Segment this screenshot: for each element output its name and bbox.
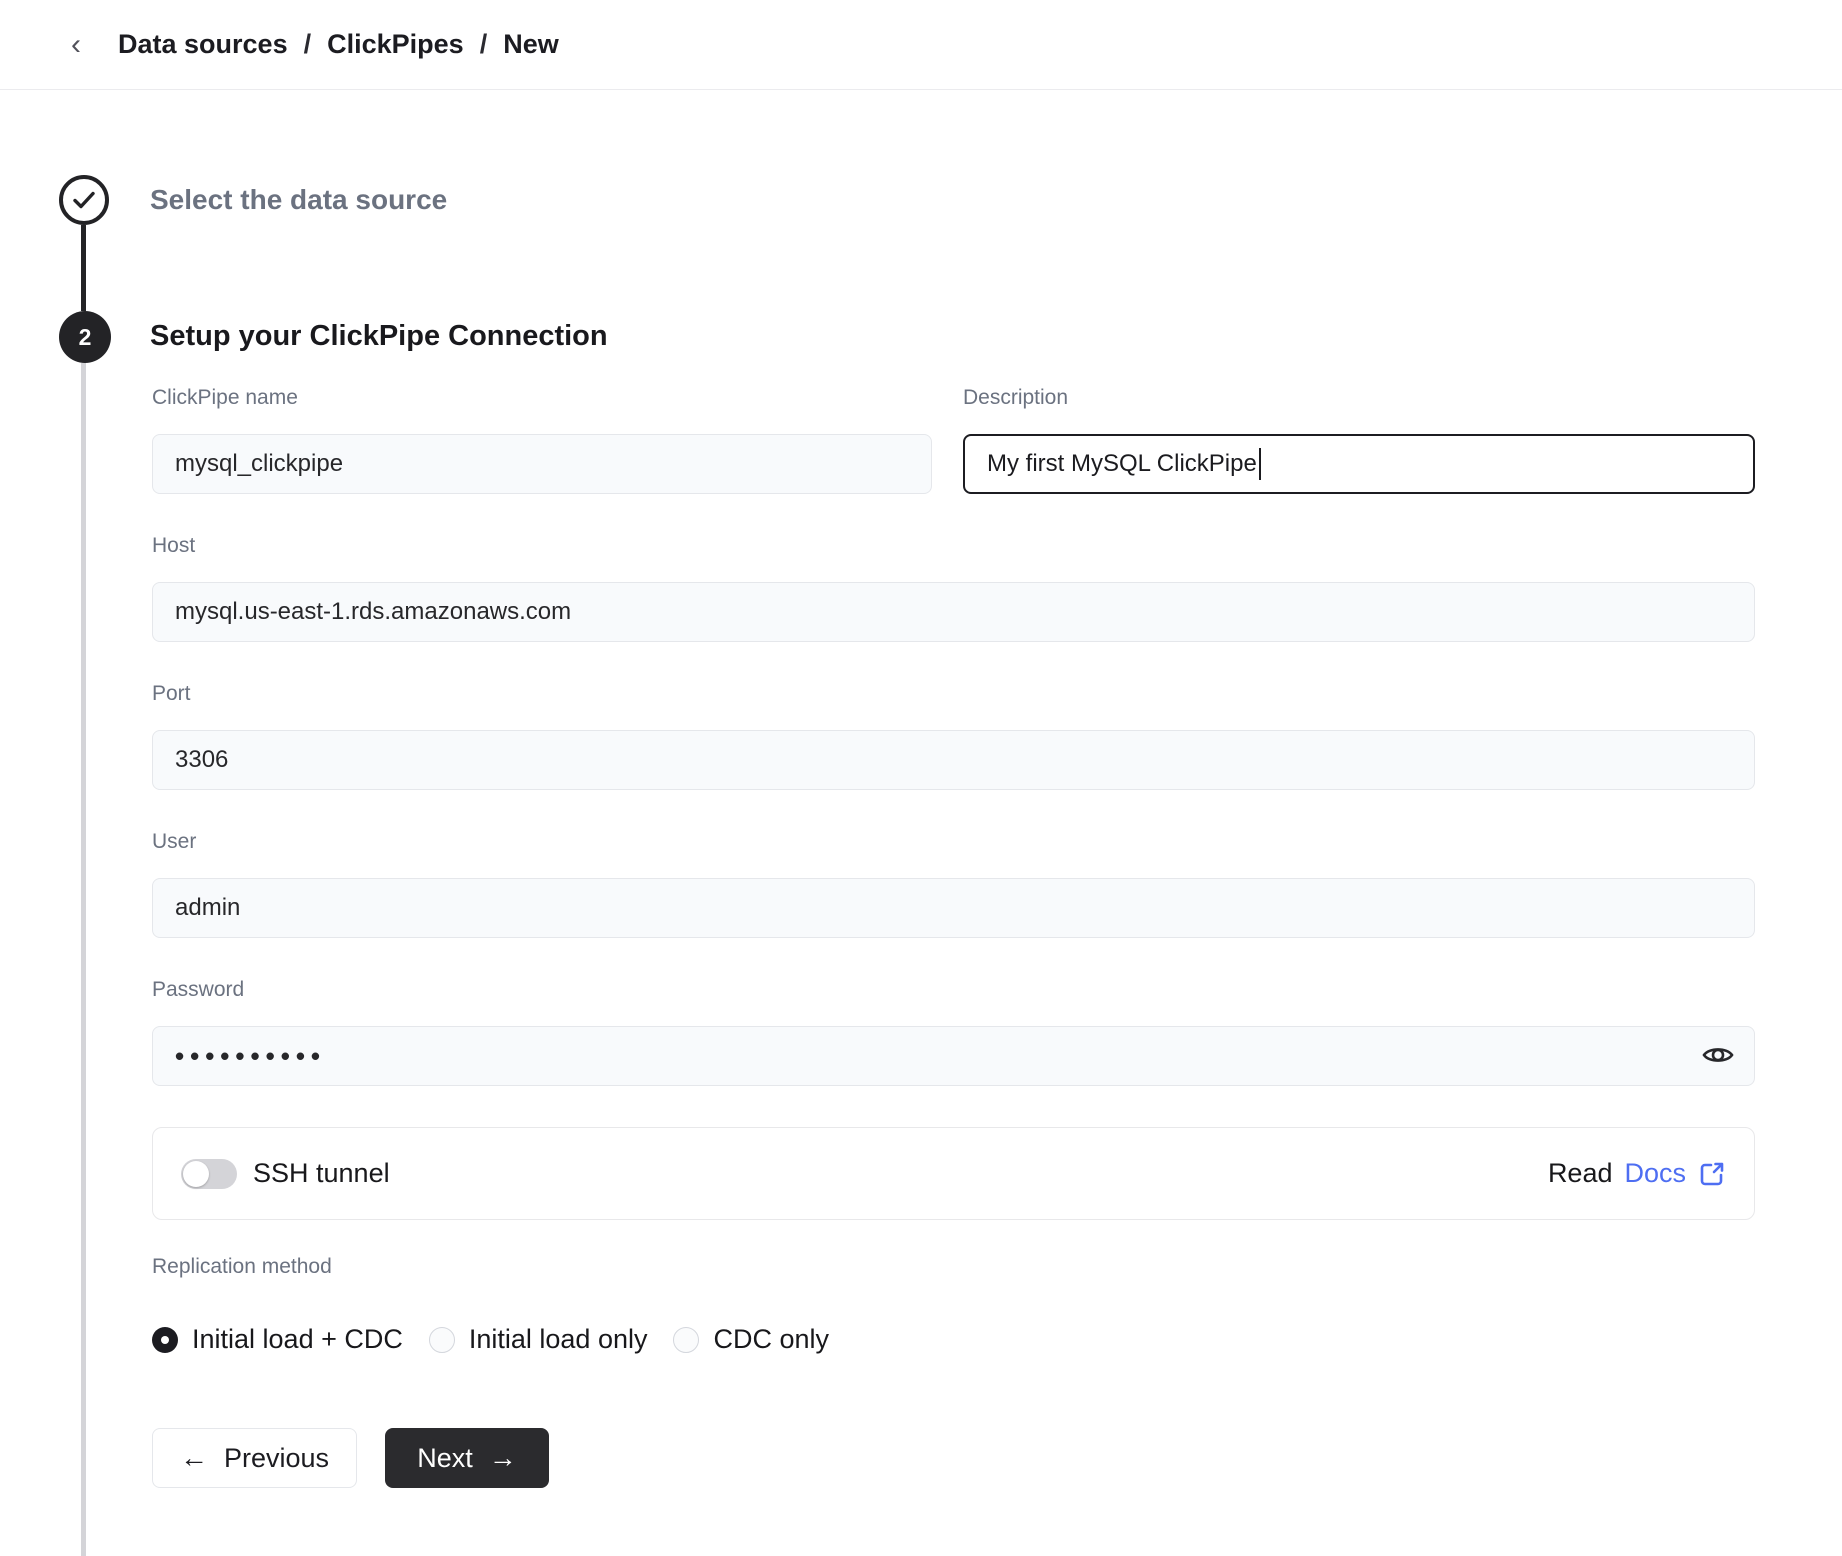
form-actions: ← Previous Next → bbox=[152, 1428, 1755, 1488]
back-chevron-icon[interactable]: ‹ bbox=[56, 25, 96, 65]
step1-complete-circle bbox=[59, 175, 109, 225]
clickpipe-name-label: ClickPipe name bbox=[152, 387, 932, 409]
clickpipe-connection-form: ClickPipe name Description My first MySQ… bbox=[152, 387, 1755, 1488]
host-field: Host bbox=[152, 535, 1755, 642]
replication-options: Initial load + CDC Initial load only CDC… bbox=[152, 1324, 1755, 1355]
previous-button[interactable]: ← Previous bbox=[152, 1428, 357, 1488]
external-link-icon[interactable] bbox=[1698, 1160, 1726, 1188]
docs-link[interactable]: Docs bbox=[1624, 1158, 1686, 1189]
radio-label: Initial load only bbox=[469, 1324, 648, 1355]
next-label: Next bbox=[417, 1443, 473, 1474]
breadcrumb-data-sources[interactable]: Data sources bbox=[118, 29, 288, 60]
description-value: My first MySQL ClickPipe bbox=[987, 450, 1257, 478]
arrow-left-icon: ← bbox=[180, 1444, 208, 1472]
port-input[interactable] bbox=[152, 730, 1755, 790]
radio-label: CDC only bbox=[713, 1324, 829, 1355]
next-button[interactable]: Next → bbox=[385, 1428, 549, 1488]
ssh-tunnel-toggle[interactable] bbox=[181, 1159, 237, 1189]
eye-icon bbox=[1700, 1040, 1736, 1073]
step2-title: Setup your ClickPipe Connection bbox=[150, 320, 608, 353]
previous-label: Previous bbox=[224, 1443, 329, 1474]
host-label: Host bbox=[152, 535, 1755, 557]
step1-title: Select the data source bbox=[150, 184, 447, 216]
stepper-connector-pending bbox=[81, 363, 86, 1556]
radio-initial-load-only[interactable]: Initial load only bbox=[429, 1324, 648, 1355]
user-field: User bbox=[152, 831, 1755, 938]
text-cursor bbox=[1259, 448, 1261, 480]
radio-selected-icon bbox=[152, 1327, 178, 1353]
radio-unselected-icon bbox=[429, 1327, 455, 1353]
password-input[interactable] bbox=[152, 1026, 1755, 1086]
description-label: Description bbox=[963, 387, 1755, 409]
breadcrumb: Data sources / ClickPipes / New bbox=[118, 29, 559, 60]
description-input[interactable]: My first MySQL ClickPipe bbox=[963, 434, 1755, 494]
ssh-tunnel-card: SSH tunnel Read Docs bbox=[152, 1127, 1755, 1220]
password-input-wrapper bbox=[152, 1026, 1755, 1086]
step2-circle: 2 bbox=[59, 311, 111, 363]
clickpipe-name-field: ClickPipe name bbox=[152, 387, 932, 494]
port-field: Port bbox=[152, 683, 1755, 790]
step2-number: 2 bbox=[79, 324, 92, 351]
breadcrumb-clickpipes[interactable]: ClickPipes bbox=[327, 29, 464, 60]
show-password-button[interactable] bbox=[1699, 1039, 1737, 1073]
stepper-connector-complete bbox=[81, 225, 86, 311]
name-description-row: ClickPipe name Description My first MySQ… bbox=[152, 387, 1755, 494]
host-input[interactable] bbox=[152, 582, 1755, 642]
breadcrumb-new: New bbox=[503, 29, 559, 60]
user-input[interactable] bbox=[152, 878, 1755, 938]
port-label: Port bbox=[152, 683, 1755, 705]
breadcrumb-separator: / bbox=[304, 29, 312, 60]
read-docs: Read Docs bbox=[1548, 1158, 1726, 1189]
read-text: Read bbox=[1548, 1158, 1613, 1189]
checkmark-icon bbox=[73, 191, 95, 209]
radio-initial-load-cdc[interactable]: Initial load + CDC bbox=[152, 1324, 403, 1355]
toggle-knob bbox=[183, 1161, 209, 1187]
user-label: User bbox=[152, 831, 1755, 853]
page-body: Select the data source 2 Setup your Clic… bbox=[0, 90, 1842, 1556]
clickpipe-name-input[interactable] bbox=[152, 434, 932, 494]
replication-method-label: Replication method bbox=[152, 1256, 1755, 1278]
top-bar: ‹ Data sources / ClickPipes / New bbox=[0, 0, 1842, 90]
description-field: Description My first MySQL ClickPipe bbox=[963, 387, 1755, 494]
ssh-tunnel-label: SSH tunnel bbox=[253, 1158, 390, 1189]
breadcrumb-separator: / bbox=[480, 29, 488, 60]
arrow-right-icon: → bbox=[489, 1444, 517, 1472]
radio-label: Initial load + CDC bbox=[192, 1324, 403, 1355]
radio-cdc-only[interactable]: CDC only bbox=[673, 1324, 829, 1355]
radio-unselected-icon bbox=[673, 1327, 699, 1353]
password-label: Password bbox=[152, 979, 1755, 1001]
password-field: Password bbox=[152, 979, 1755, 1086]
